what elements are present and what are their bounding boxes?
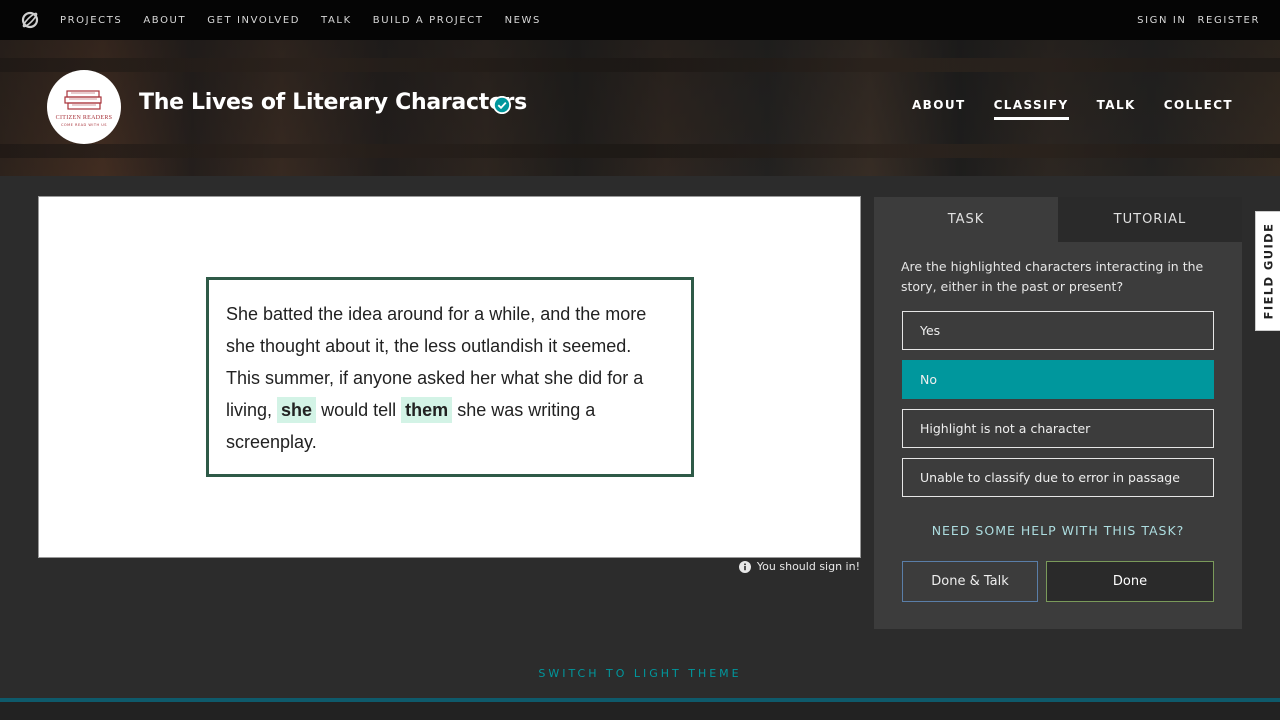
passage-fragment: would tell	[321, 400, 397, 420]
passage-line: She batted the idea around for a while, …	[226, 304, 647, 324]
site-links: PROJECTS ABOUT GET INVOLVED TALK BUILD A…	[60, 0, 562, 40]
register-link[interactable]: REGISTER	[1198, 15, 1261, 26]
zooniverse-logo-icon[interactable]	[21, 11, 39, 29]
bookshelf-background	[0, 144, 1280, 158]
answer-no[interactable]: No	[902, 360, 1214, 399]
site-link-about[interactable]: ABOUT	[143, 15, 186, 26]
field-guide-tab[interactable]: FIELD GUIDE	[1255, 211, 1280, 331]
task-tabs: TASK TUTORIAL	[874, 197, 1242, 242]
info-icon	[738, 560, 751, 573]
bookshelf-background	[0, 58, 1280, 72]
answer-not-character[interactable]: Highlight is not a character	[902, 409, 1214, 448]
task-panel: TASK TUTORIAL Are the highlighted charac…	[874, 197, 1242, 629]
site-link-get-involved[interactable]: GET INVOLVED	[207, 15, 300, 26]
answer-unable-to-classify[interactable]: Unable to classify due to error in passa…	[902, 458, 1214, 497]
project-title[interactable]: The Lives of Literary Characters	[139, 90, 527, 115]
project-header: CITIZEN READERS COME READ WITH US The Li…	[0, 40, 1280, 176]
avatar-subtext: COME READ WITH US	[60, 123, 108, 127]
project-nav-about[interactable]: ABOUT	[912, 98, 966, 120]
site-link-talk[interactable]: TALK	[321, 15, 352, 26]
subject-viewer[interactable]: She batted the idea around for a while, …	[38, 196, 861, 558]
task-help-link[interactable]: NEED SOME HELP WITH THIS TASK?	[874, 523, 1242, 538]
passage-line: screenplay.	[226, 432, 317, 452]
site-link-projects[interactable]: PROJECTS	[60, 15, 122, 26]
project-avatar[interactable]: CITIZEN READERS COME READ WITH US	[47, 70, 121, 144]
signin-note-text: You should sign in!	[756, 560, 860, 573]
field-guide-label: FIELD GUIDE	[1261, 222, 1276, 320]
passage-line: she thought about it, the less outlandis…	[226, 336, 632, 356]
highlighted-character: them	[401, 397, 453, 423]
project-nav-collect[interactable]: COLLECT	[1164, 98, 1233, 120]
footer-bar	[0, 698, 1280, 720]
site-nav: PROJECTS ABOUT GET INVOLVED TALK BUILD A…	[0, 0, 1280, 40]
answer-yes[interactable]: Yes	[902, 311, 1214, 350]
auth-links: SIGN IN REGISTER	[1126, 0, 1260, 40]
tab-task[interactable]: TASK	[874, 197, 1058, 242]
project-nav-talk[interactable]: TALK	[1097, 98, 1136, 120]
site-link-build-project[interactable]: BUILD A PROJECT	[373, 15, 484, 26]
passage-line: living, she would tell them she was writ…	[226, 394, 674, 426]
sign-in-link[interactable]: SIGN IN	[1137, 15, 1186, 26]
signin-note: You should sign in!	[738, 560, 860, 573]
done-button[interactable]: Done	[1046, 561, 1214, 602]
passage-fragment: she was writing a	[457, 400, 596, 420]
verified-check-icon	[493, 96, 511, 114]
highlighted-character: she	[277, 397, 317, 423]
project-nav-classify[interactable]: CLASSIFY	[993, 98, 1069, 120]
tab-tutorial[interactable]: TUTORIAL	[1058, 197, 1242, 242]
project-nav: ABOUT CLASSIFY TALK COLLECT	[884, 98, 1233, 120]
avatar-text: CITIZEN READERS	[55, 115, 113, 121]
task-question: Are the highlighted characters interacti…	[901, 259, 1204, 294]
theme-switch-link[interactable]: SWITCH TO LIGHT THEME	[0, 667, 1280, 680]
passage-text: She batted the idea around for a while, …	[206, 277, 694, 477]
passage-fragment: living,	[226, 400, 273, 420]
done-and-talk-button[interactable]: Done & Talk	[902, 561, 1038, 602]
site-link-news[interactable]: NEWS	[505, 15, 541, 26]
citizen-readers-logo-icon	[64, 90, 102, 110]
passage-line: This summer, if anyone asked her what sh…	[226, 368, 644, 388]
